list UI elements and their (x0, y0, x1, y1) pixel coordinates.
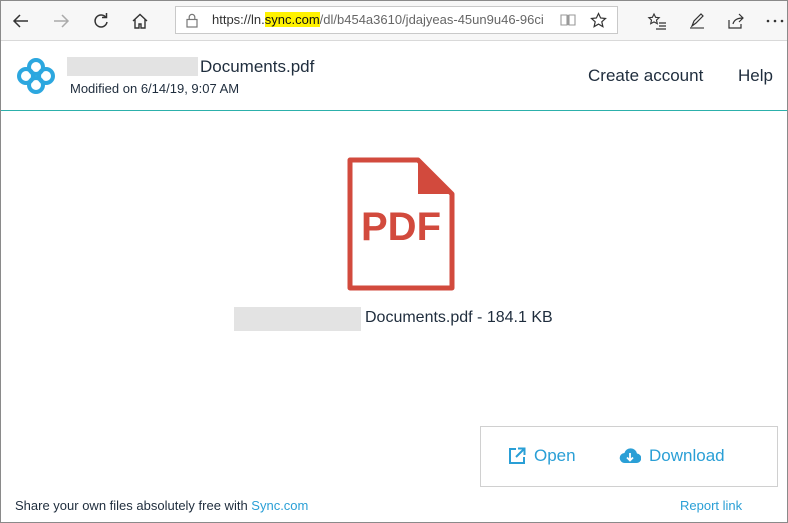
url-prefix: https://ln. (212, 12, 265, 27)
address-bar[interactable]: https://ln.sync.com/dl/b454a3610/jdajyea… (175, 6, 618, 34)
pdf-file-icon: PDF (347, 157, 455, 296)
share-text: Share your own files absolutely free wit… (15, 498, 252, 513)
share-promo-text: Share your own files absolutely free wit… (15, 498, 308, 513)
pdf-icon-label: PDF (361, 205, 441, 249)
back-arrow-icon[interactable] (7, 7, 35, 35)
download-button[interactable]: Download (619, 446, 725, 466)
open-label: Open (534, 446, 576, 465)
forward-arrow-icon[interactable] (47, 7, 75, 35)
sync-com-link[interactable]: Sync.com (251, 498, 308, 513)
more-menu-icon[interactable] (761, 7, 788, 35)
modified-date: Modified on 6/14/19, 9:07 AM (70, 81, 240, 96)
sync-logo-icon[interactable] (15, 56, 57, 101)
url-path: /dl/b454a3610/jdajyeas-45un9u46-96ci (319, 12, 544, 27)
file-info: Documents.pdf - 184.1 KB (365, 309, 553, 326)
reading-view-icon[interactable] (560, 13, 576, 32)
external-link-icon (509, 447, 526, 464)
url-domain-highlight: sync.com (264, 12, 320, 27)
favorites-list-icon[interactable] (643, 7, 671, 35)
file-title: Documents.pdf (200, 57, 315, 76)
url-text: https://ln.sync.com/dl/b454a3610/jdajyea… (212, 12, 547, 27)
file-actions-panel: Open Download (480, 426, 778, 487)
favorite-star-icon[interactable] (590, 12, 607, 34)
help-link[interactable]: Help (738, 66, 773, 86)
site-header: Documents.pdf Modified on 6/14/19, 9:07 … (1, 41, 787, 111)
cloud-download-icon (619, 448, 641, 464)
open-button[interactable]: Open (508, 446, 576, 466)
home-icon[interactable] (126, 7, 154, 35)
create-account-link[interactable]: Create account (588, 66, 703, 86)
redacted-file-info-prefix (234, 307, 361, 331)
pen-notes-icon[interactable] (683, 7, 711, 35)
refresh-icon[interactable] (87, 7, 115, 35)
browser-toolbar: https://ln.sync.com/dl/b454a3610/jdajyea… (1, 1, 787, 41)
redacted-filename-prefix (67, 57, 198, 76)
lock-icon (186, 13, 198, 33)
share-icon[interactable] (722, 7, 750, 35)
report-link[interactable]: Report link (680, 498, 742, 513)
download-label: Download (649, 446, 725, 465)
